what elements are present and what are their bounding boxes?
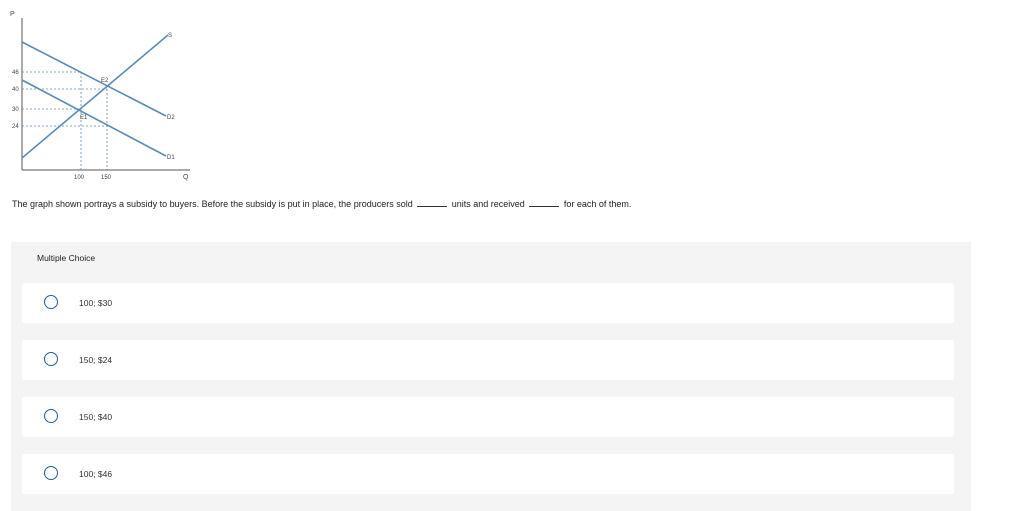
option-1[interactable]: 100; $30 bbox=[22, 283, 954, 323]
d2-label: D2 bbox=[167, 115, 175, 121]
answer-blank-2 bbox=[529, 199, 560, 207]
question-part-2: units and received bbox=[451, 199, 525, 209]
multiple-choice-header: Multiple Choice bbox=[37, 253, 96, 263]
y-tick-24: 24 bbox=[12, 124, 19, 130]
q-axis-label: Q bbox=[183, 174, 189, 181]
radio-icon[interactable] bbox=[44, 466, 58, 480]
d1-label: D1 bbox=[167, 155, 175, 161]
demand-curve-d2 bbox=[21, 41, 167, 117]
radio-icon[interactable] bbox=[44, 352, 58, 366]
option-2[interactable]: 150; $24 bbox=[22, 340, 954, 380]
radio-icon[interactable] bbox=[44, 295, 58, 309]
e1-label: E1 bbox=[80, 115, 88, 121]
supply-label: S bbox=[168, 33, 172, 39]
p-axis-label: P bbox=[10, 11, 15, 18]
option-label: 100; $30 bbox=[79, 298, 113, 308]
option-3[interactable]: 150; $40 bbox=[22, 397, 954, 437]
radio-icon[interactable] bbox=[44, 409, 58, 423]
question-part-1: The graph shown portrays a subsidy to bu… bbox=[12, 199, 413, 209]
x-tick-100: 100 bbox=[74, 175, 85, 181]
question-text: The graph shown portrays a subsidy to bu… bbox=[12, 199, 631, 209]
demand-curve-d1 bbox=[21, 79, 167, 157]
supply-demand-graph: P Q 46 40 30 24 100 150 S D2 D1 E2 E1 bbox=[10, 11, 190, 181]
y-tick-30: 30 bbox=[12, 107, 19, 113]
multiple-choice-panel: Multiple Choice 100; $30 150; $24 150; $… bbox=[11, 242, 971, 511]
answer-blank-1 bbox=[417, 199, 448, 207]
option-label: 100; $46 bbox=[79, 469, 113, 479]
y-tick-46: 46 bbox=[12, 70, 19, 76]
e2-label: E2 bbox=[101, 78, 109, 84]
option-4[interactable]: 100; $46 bbox=[22, 454, 954, 494]
option-label: 150; $40 bbox=[79, 412, 113, 422]
x-tick-150: 150 bbox=[101, 175, 112, 181]
question-part-3: for each of them. bbox=[563, 199, 632, 209]
y-tick-40: 40 bbox=[12, 87, 19, 93]
option-label: 150; $24 bbox=[79, 355, 113, 365]
